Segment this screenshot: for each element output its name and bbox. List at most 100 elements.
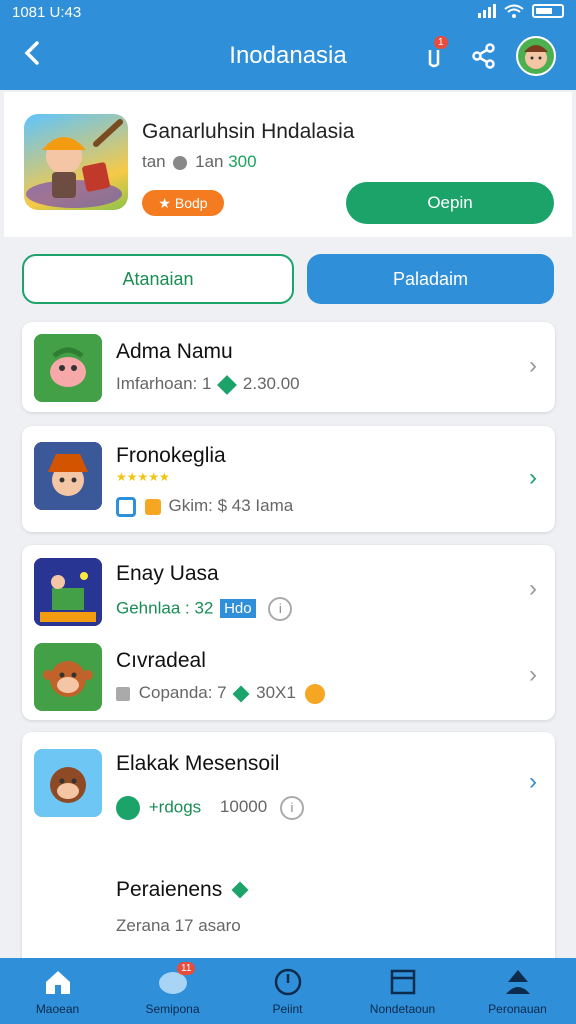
game-thumbnail — [34, 334, 102, 402]
home-icon — [46, 971, 70, 994]
notification-button[interactable]: 1 — [418, 36, 450, 72]
battery-icon — [532, 4, 564, 18]
featured-tag: ★ Bodp — [142, 190, 224, 216]
item-subtitle: Zerana 17 asaro — [116, 916, 241, 935]
item-title: Peraienens — [116, 878, 249, 902]
chevron-right-icon[interactable]: › — [529, 352, 537, 380]
rating-stars: ★★★★★ — [116, 470, 170, 484]
nav-badge: 11 — [177, 962, 196, 975]
nav-label: Peiint — [272, 1002, 303, 1016]
app-header: 1081 U:43 Inodanasia 1 — [0, 0, 576, 90]
item-subtitle: Gkim: $ 43 Iama — [116, 496, 293, 517]
bottom-nav: Maoean 11 Semipona Peiint Nondetaoun Per… — [0, 958, 576, 1024]
nav-item-messages[interactable]: 11 Semipona — [115, 958, 230, 1024]
nav-item-points[interactable]: Peiint — [230, 958, 345, 1024]
list-item[interactable]: Peraienens Zerana 17 asaro — [22, 862, 555, 962]
coin-icon — [173, 155, 188, 170]
item-title: Elakak Mesensoil — [116, 752, 280, 775]
bag-icon — [116, 686, 130, 701]
item-title: Fronokeglia — [116, 444, 226, 467]
nav-item-profile[interactable]: Peronauan — [460, 958, 575, 1024]
list-item[interactable]: Elakak Mesensoil +rdogs 10000 i › — [22, 732, 555, 842]
monkey-character-icon — [50, 767, 86, 803]
star-icon: ★ — [158, 195, 171, 211]
chevron-right-icon[interactable]: › — [529, 575, 537, 603]
featured-tag-label: Bodp — [174, 195, 208, 211]
list-card[interactable]: Enay Uasa Gehnlaa : 32 Hdo i › Cıvradeal… — [22, 545, 555, 720]
featured-sub-prefix: tan — [142, 152, 166, 171]
item-subtitle: +rdogs 10000 i — [116, 796, 304, 820]
item-title: Adma Namu — [116, 340, 233, 363]
info-icon[interactable]: i — [268, 597, 293, 621]
clock-icon — [274, 968, 302, 996]
notification-badge: 1 — [434, 36, 448, 49]
featured-sub-mid: 1an — [195, 152, 224, 171]
nav-item-home[interactable]: Maoean — [0, 958, 115, 1024]
square-badge-icon — [116, 496, 136, 517]
coin-icon — [304, 683, 325, 704]
featured-sub-number: 300 — [228, 152, 257, 171]
list-card[interactable]: Adma Namu Imfarhoan: 1 2.30.00 › — [22, 322, 555, 412]
chevron-right-icon[interactable]: › — [529, 464, 537, 492]
game-thumbnail — [34, 643, 102, 711]
diamond-icon — [217, 374, 238, 395]
item-subtitle: Copanda: 7 30X1 — [116, 683, 325, 704]
clover-icon — [116, 796, 140, 820]
nav-label: Semipona — [145, 1002, 200, 1016]
game-thumbnail — [34, 749, 102, 817]
nav-item-documents[interactable]: Nondetaoun — [345, 958, 460, 1024]
list-item[interactable]: Adma Namu Imfarhoan: 1 2.30.00 › — [22, 322, 555, 412]
item-sub-text: Gehnlaa : 32 — [116, 598, 214, 618]
status-bar: 1081 U:43 — [12, 4, 564, 24]
monster-character-icon — [50, 347, 86, 387]
nav-label: Maoean — [35, 1002, 80, 1016]
tab-paladaim[interactable]: Paladaim — [307, 254, 554, 304]
item-subtitle: Gehnlaa : 32 Hdo i — [116, 597, 293, 621]
share-button[interactable] — [468, 40, 500, 72]
item-sub-text: Imfarhoan: 1 — [116, 374, 212, 393]
chevron-right-icon[interactable]: › — [529, 768, 537, 796]
signal-icon — [478, 4, 496, 18]
monkey-character-icon — [43, 661, 93, 697]
tab-atanaian[interactable]: Atanaian — [22, 254, 294, 304]
featured-subtitle: tan 1an 300 — [142, 152, 257, 172]
item-value: 2.30.00 — [242, 374, 300, 393]
nav-label: Nondetaoun — [369, 1002, 436, 1016]
item-sub-text: Copanda: 7 — [138, 683, 227, 702]
item-title: Cıvradeal — [116, 649, 206, 672]
chevron-right-icon[interactable]: › — [529, 661, 537, 689]
item-value: 30X1 — [256, 683, 296, 702]
person-icon — [506, 970, 530, 994]
miner-character-icon — [26, 119, 123, 208]
character-avatar-icon — [518, 38, 554, 74]
item-title-text: Peraienens — [116, 878, 223, 901]
game-thumbnail — [34, 558, 102, 626]
wifi-icon — [504, 4, 524, 18]
info-icon[interactable]: i — [279, 796, 304, 820]
featured-card[interactable]: Ganarluhsin Hndalasia tan 1an 300 ★ Bodp… — [4, 92, 572, 237]
list-card[interactable]: Fronokeglia ★★★★★ Gkim: $ 43 Iama › — [22, 426, 555, 532]
diamond-icon — [231, 881, 249, 899]
list-item[interactable]: Enay Uasa Gehnlaa : 32 Hdo i › — [22, 545, 555, 635]
avatar[interactable] — [516, 36, 556, 76]
treasure-game-icon — [34, 558, 102, 626]
coin-icon — [144, 498, 161, 515]
list-item[interactable]: Cıvradeal Copanda: 7 30X1 › — [22, 633, 555, 723]
list-card[interactable]: Elakak Mesensoil +rdogs 10000 i › Peraie… — [22, 732, 555, 972]
item-subtitle: Imfarhoan: 1 2.30.00 — [116, 374, 300, 395]
item-sub-text: +rdogs — [148, 797, 202, 817]
status-badge: Hdo — [220, 599, 256, 619]
diamond-icon — [232, 685, 250, 703]
status-time: 1081 U:43 — [12, 4, 82, 21]
item-sub-text: Gkim: $ 43 Iama — [168, 496, 294, 515]
item-value: 10000 — [219, 797, 268, 817]
featured-title: Ganarluhsin Hndalasia — [142, 120, 355, 143]
item-title: Enay Uasa — [116, 562, 219, 585]
list-item[interactable]: Fronokeglia ★★★★★ Gkim: $ 43 Iama › — [22, 426, 555, 532]
game-thumbnail — [34, 442, 102, 510]
share-icon — [472, 43, 495, 69]
nav-label: Peronauan — [488, 1002, 547, 1016]
adventurer-character-icon — [34, 442, 102, 510]
featured-thumbnail — [24, 114, 128, 210]
open-button[interactable]: Oepin — [346, 182, 554, 224]
